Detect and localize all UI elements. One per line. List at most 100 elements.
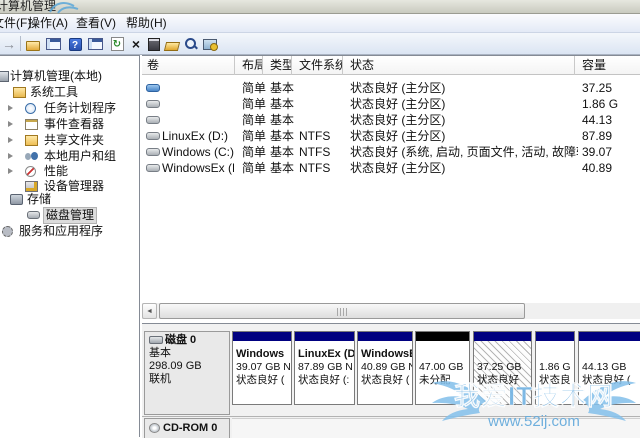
- primary-partition-bar: [536, 332, 574, 341]
- toolbar: → ? ↻ ×: [0, 33, 640, 55]
- device-manager-icon: [25, 181, 38, 192]
- toolbar-separator: [20, 36, 21, 51]
- manage-computer-icon: [203, 38, 218, 51]
- help-button[interactable]: ?: [66, 35, 84, 53]
- expand-arrow-icon[interactable]: [8, 168, 13, 174]
- manage-computer-button[interactable]: [201, 35, 219, 53]
- primary-partition-bar: [474, 332, 531, 341]
- properties-icon: [148, 37, 160, 51]
- sidebar-item-system-tools[interactable]: 系统工具: [0, 85, 138, 100]
- show-console-tree-icon: [26, 40, 40, 51]
- expand-arrow-icon[interactable]: [8, 105, 13, 111]
- sidebar-item-services-applications[interactable]: 服务和应用程序: [0, 224, 138, 239]
- scrollbar-grip-icon: [337, 308, 348, 316]
- partition-windowsex-e[interactable]: WindowsE 40.89 GB N 状态良好 (: [357, 331, 413, 405]
- menu-bar: 文件(F) 操作(A) 查看(V) 帮助(H): [0, 14, 640, 33]
- system-tools-icon: [13, 87, 26, 98]
- table-row[interactable]: Windows (C:) 简单 基本 NTFS 状态良好 (系统, 启动, 页面…: [142, 144, 640, 160]
- shared-folders-icon: [25, 135, 38, 146]
- menu-help[interactable]: 帮助(H): [120, 14, 173, 32]
- refresh-button[interactable]: ↻: [108, 35, 126, 53]
- disk-map-pane: 磁盘 0 基本 298.09 GB 联机 Windows 39.07 GB N …: [142, 324, 640, 438]
- console-window-icon: [45, 38, 61, 50]
- disk-management-icon: [27, 211, 40, 219]
- volume-icon: [146, 132, 160, 140]
- title-bar: 计算机管理: [0, 0, 640, 14]
- partition-windows-c[interactable]: Windows 39.07 GB N 状态良好 (: [232, 331, 292, 405]
- primary-partition-bar: [579, 332, 640, 341]
- services-icon: [2, 226, 13, 237]
- console-window-button[interactable]: [44, 35, 62, 53]
- volume-icon: [146, 100, 160, 108]
- open-icon: [163, 41, 181, 51]
- primary-partition-bar: [295, 332, 354, 341]
- partition-linuxex-d[interactable]: LinuxEx (D 87.89 GB N 状态良好 (:: [294, 331, 355, 405]
- sidebar-item-computer-management[interactable]: 计算机管理(本地): [0, 69, 138, 84]
- menu-view[interactable]: 查看(V): [70, 14, 122, 32]
- disk0-label[interactable]: 磁盘 0 基本 298.09 GB 联机: [144, 331, 230, 415]
- partition-44gb[interactable]: 44.13 GB 状态良好 (: [578, 331, 640, 405]
- sidebar-item-event-viewer[interactable]: 事件查看器: [0, 117, 138, 132]
- volume-icon: [146, 84, 160, 92]
- partition-selected-37gb[interactable]: 37.25 GB 状态良好: [473, 331, 532, 405]
- table-row[interactable]: 简单 基本 状态良好 (主分区) 1.86 G: [142, 96, 640, 112]
- console-tree-pane: 计算机管理(本地) 系统工具 任务计划程序 事件查看器 共享文件夹 本地用户和组…: [0, 55, 140, 437]
- properties-button[interactable]: [145, 35, 163, 53]
- horizontal-scrollbar[interactable]: ◄: [142, 303, 640, 319]
- open-button[interactable]: [163, 35, 181, 53]
- delete-icon: ×: [131, 36, 141, 52]
- expand-arrow-icon[interactable]: [8, 121, 13, 127]
- volume-icon: [146, 116, 160, 124]
- storage-icon: [10, 194, 23, 205]
- column-filesystem[interactable]: 文件系统: [292, 56, 343, 75]
- disk-icon: [149, 336, 163, 344]
- sidebar-item-performance[interactable]: 性能: [0, 164, 138, 179]
- column-status[interactable]: 状态: [343, 56, 575, 75]
- table-row[interactable]: 简单 基本 状态良好 (主分区) 44.13: [142, 112, 640, 128]
- task-scheduler-icon: [25, 103, 36, 114]
- users-icon: [25, 151, 38, 162]
- table-row[interactable]: WindowsEx (E:) 简单 基本 NTFS 状态良好 (主分区) 40.…: [142, 160, 640, 176]
- expand-arrow-icon[interactable]: [8, 153, 13, 159]
- show-console-tree-button[interactable]: [24, 35, 42, 53]
- unallocated-bar: [416, 332, 469, 341]
- divider: [142, 416, 640, 417]
- console-window-alt-icon: [87, 38, 103, 50]
- volume-icon: [146, 164, 160, 172]
- primary-partition-bar: [358, 332, 412, 341]
- volume-table-header: 卷 布局 类型 文件系统 状态 容量: [142, 56, 640, 75]
- forward-button[interactable]: →: [0, 35, 18, 53]
- find-icon: [184, 37, 198, 51]
- sidebar-item-disk-management[interactable]: 磁盘管理: [0, 207, 138, 224]
- delete-button[interactable]: ×: [127, 35, 145, 53]
- menu-action[interactable]: 操作(A): [22, 14, 74, 32]
- column-capacity[interactable]: 容量: [575, 56, 640, 75]
- watermark-swirl-icon: [49, 2, 79, 14]
- partition-unallocated[interactable]: 47.00 GB 未分配: [415, 331, 470, 405]
- table-row[interactable]: LinuxEx (D:) 简单 基本 NTFS 状态良好 (主分区) 87.89: [142, 128, 640, 144]
- column-layout[interactable]: 布局: [235, 56, 263, 75]
- column-type[interactable]: 类型: [263, 56, 292, 75]
- sidebar-item-task-scheduler[interactable]: 任务计划程序: [0, 101, 138, 116]
- sidebar-item-local-users-groups[interactable]: 本地用户和组: [0, 149, 138, 164]
- computer-icon: [0, 71, 9, 82]
- scroll-left-button[interactable]: ◄: [142, 303, 157, 319]
- table-row[interactable]: 简单 基本 状态良好 (主分区) 37.25: [142, 80, 640, 96]
- volume-icon: [146, 148, 160, 156]
- refresh-icon: ↻: [110, 37, 124, 51]
- event-viewer-icon: [25, 119, 38, 130]
- column-volume[interactable]: 卷: [142, 56, 235, 75]
- cdrom0-label[interactable]: CD-ROM 0: [144, 418, 230, 438]
- cdrom0-track: [232, 418, 640, 438]
- partition-1-86gb[interactable]: 1.86 G 状态良: [535, 331, 575, 405]
- details-pane: 卷 布局 类型 文件系统 状态 容量 简单 基本 状态良好 (主分区) 37.2…: [142, 55, 640, 438]
- find-button[interactable]: [182, 35, 200, 53]
- help-icon: ?: [68, 37, 82, 51]
- primary-partition-bar: [233, 332, 291, 341]
- expand-arrow-icon[interactable]: [8, 137, 13, 143]
- performance-icon: [25, 166, 36, 177]
- scrollbar-thumb[interactable]: [159, 303, 525, 319]
- sidebar-item-shared-folders[interactable]: 共享文件夹: [0, 133, 138, 148]
- sidebar-item-storage[interactable]: 存储: [0, 192, 138, 207]
- console-window-alt-button[interactable]: [86, 35, 104, 53]
